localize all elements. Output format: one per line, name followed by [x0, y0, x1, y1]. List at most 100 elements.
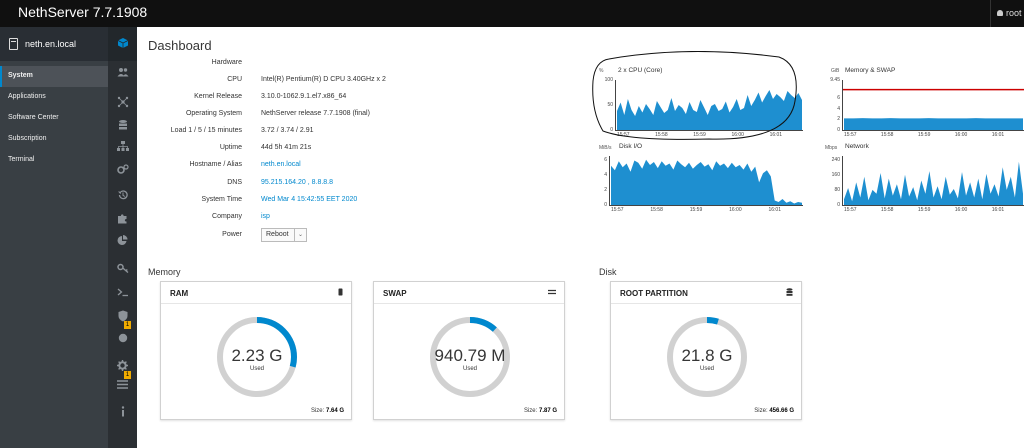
x-tick-label: 16:01 — [768, 207, 781, 213]
series-area — [844, 161, 1023, 205]
card-title: SWAP — [383, 289, 407, 298]
memory-section-title: Memory — [148, 267, 181, 277]
os-value: NethServer release 7.7.1908 (final) — [261, 110, 370, 117]
info-icon[interactable] — [108, 406, 137, 426]
y-tick-label: 2 — [837, 116, 840, 123]
root-used-label: Used — [699, 366, 714, 372]
swap-used-label: Used — [462, 366, 477, 372]
hostname-label: Hostname / Alias — [189, 161, 242, 168]
x-tick-label: 16:01 — [991, 207, 1005, 213]
disk-section-title: Disk — [599, 267, 617, 277]
app-title: NethServer 7.7.1908 — [18, 4, 148, 20]
dns-link[interactable]: 95.215.164.20 , 8.8.8.8 — [261, 179, 333, 186]
x-tick-label: 15:58 — [880, 207, 894, 213]
dashboard-cube-icon[interactable] — [108, 27, 137, 61]
company-link[interactable]: isp — [261, 213, 270, 220]
chart-unit: MiB/s — [599, 145, 612, 151]
card-title: ROOT PARTITION — [620, 289, 688, 298]
os-label: Operating System — [185, 110, 242, 117]
root-size: Size: 456.66 G — [754, 408, 794, 414]
chart-plot-area — [610, 159, 803, 205]
kernel-label: Kernel Release — [194, 93, 242, 100]
size-value: 7.87 G — [538, 408, 557, 414]
hardware-label: Hardware — [211, 59, 242, 66]
chevron-down-icon[interactable]: ⌄ — [294, 229, 306, 241]
size-label: Size: — [754, 408, 768, 414]
user-name: root — [1006, 8, 1022, 18]
sidebar-item-applications[interactable]: Applications — [0, 87, 108, 108]
swap-icon — [548, 288, 556, 297]
series-area — [611, 159, 802, 205]
chart-plot-area — [843, 161, 1024, 205]
root-partition-card: ROOT PARTITION 21.8 G Used Size: 456.66 … — [610, 281, 802, 420]
shield-icon[interactable]: 1 — [108, 310, 137, 330]
reboot-button[interactable]: Reboot ⌄ — [261, 228, 307, 242]
sidebar-item-system[interactable]: System — [0, 66, 108, 87]
dns-label: DNS — [227, 179, 242, 186]
database-icon — [786, 288, 793, 298]
terminal-icon[interactable] — [108, 287, 137, 307]
y-tick-label: 160 — [831, 171, 840, 178]
x-tick-label: 15:57 — [611, 207, 624, 213]
system-time-link[interactable]: Wed Mar 4 15:42:55 EET 2020 — [261, 196, 357, 203]
reboot-label: Reboot — [266, 231, 289, 238]
y-tick-label: 0 — [837, 202, 840, 208]
ram-size: Size: 7.64 G — [311, 408, 344, 414]
power-label: Power — [222, 231, 242, 238]
x-tick-label: 16:01 — [991, 132, 1005, 138]
x-tick-label: 16:00 — [954, 132, 968, 138]
notification-badge: 1 — [124, 321, 131, 329]
pie-chart-icon[interactable] — [108, 235, 137, 255]
ram-used-value: 2.23 G — [231, 346, 283, 365]
load-label: Load 1 / 5 / 15 minutes — [170, 127, 242, 134]
x-tick-label: 15:57 — [844, 132, 857, 138]
chart-title: Memory & SWAP — [845, 67, 896, 74]
y-tick-label: 6 — [837, 95, 840, 102]
sidebar: neth.en.local System Applications Softwa… — [0, 27, 108, 448]
swap-used-value: 940.79 M — [434, 346, 506, 365]
y-tick-label: 80 — [834, 186, 840, 193]
annotation-circle — [592, 51, 797, 140]
system-time-label: System Time — [201, 196, 242, 203]
gear-icon[interactable]: 1 — [108, 360, 137, 380]
swap-size: Size: 7.87 G — [524, 408, 557, 414]
size-label: Size: — [523, 408, 538, 414]
card-title: RAM — [170, 289, 189, 298]
host-header[interactable]: neth.en.local — [0, 27, 108, 61]
disk-io-chart: MiB/s Disk I/O 6 4 2 0 15:57 15:58 15:59 16:00 1… — [595, 139, 805, 219]
x-tick-label: 15:59 — [689, 207, 703, 213]
y-tick-label: 4 — [604, 171, 607, 178]
load-value: 3.72 / 3.74 / 2.91 — [261, 127, 314, 134]
y-tick-label: 0 — [604, 202, 607, 208]
list-icon[interactable] — [108, 380, 137, 400]
y-tick-label: 9.45 — [830, 77, 840, 83]
x-tick-label: 15:58 — [650, 207, 663, 213]
user-icon — [997, 10, 1003, 16]
page-title: Dashboard — [148, 38, 212, 53]
x-tick-label: 15:57 — [844, 207, 857, 213]
x-tick-label: 15:59 — [917, 132, 931, 138]
sidebar-item-software-center[interactable]: Software Center — [0, 108, 108, 129]
y-tick-label: 4 — [837, 105, 840, 112]
x-tick-label: 16:00 — [729, 207, 742, 213]
hostname: neth.en.local — [25, 39, 77, 49]
y-tick-label: 240 — [831, 156, 840, 163]
user-menu[interactable]: root — [990, 0, 1024, 27]
sidebar-item-subscription[interactable]: Subscription — [0, 129, 108, 150]
kernel-value: 3.10.0-1062.9.1.el7.x86_64 — [261, 93, 347, 100]
key-icon[interactable] — [108, 263, 137, 283]
size-value: 7.64 G — [325, 408, 344, 414]
x-tick-label: 16:00 — [954, 207, 968, 213]
sidebar-item-terminal[interactable]: Terminal — [0, 150, 108, 171]
memory-swap-chart: GiB Memory & SWAP 9.45 6 4 2 0 15:57 15:58 15:5… — [830, 61, 1024, 141]
cpu-label: CPU — [227, 76, 242, 83]
x-tick-label: 15:58 — [880, 132, 894, 138]
y-tick-label: 6 — [604, 156, 607, 163]
circle-icon[interactable] — [108, 333, 137, 353]
notification-badge: 1 — [124, 371, 131, 379]
chart-unit: GiB — [831, 68, 840, 74]
chart-plot-area — [843, 88, 1024, 130]
hostname-link[interactable]: neth.en.local — [261, 161, 301, 168]
card-header: RAM — [161, 282, 351, 304]
swap-card: SWAP 940.79 M Used Size: 7.87 G — [373, 281, 565, 420]
